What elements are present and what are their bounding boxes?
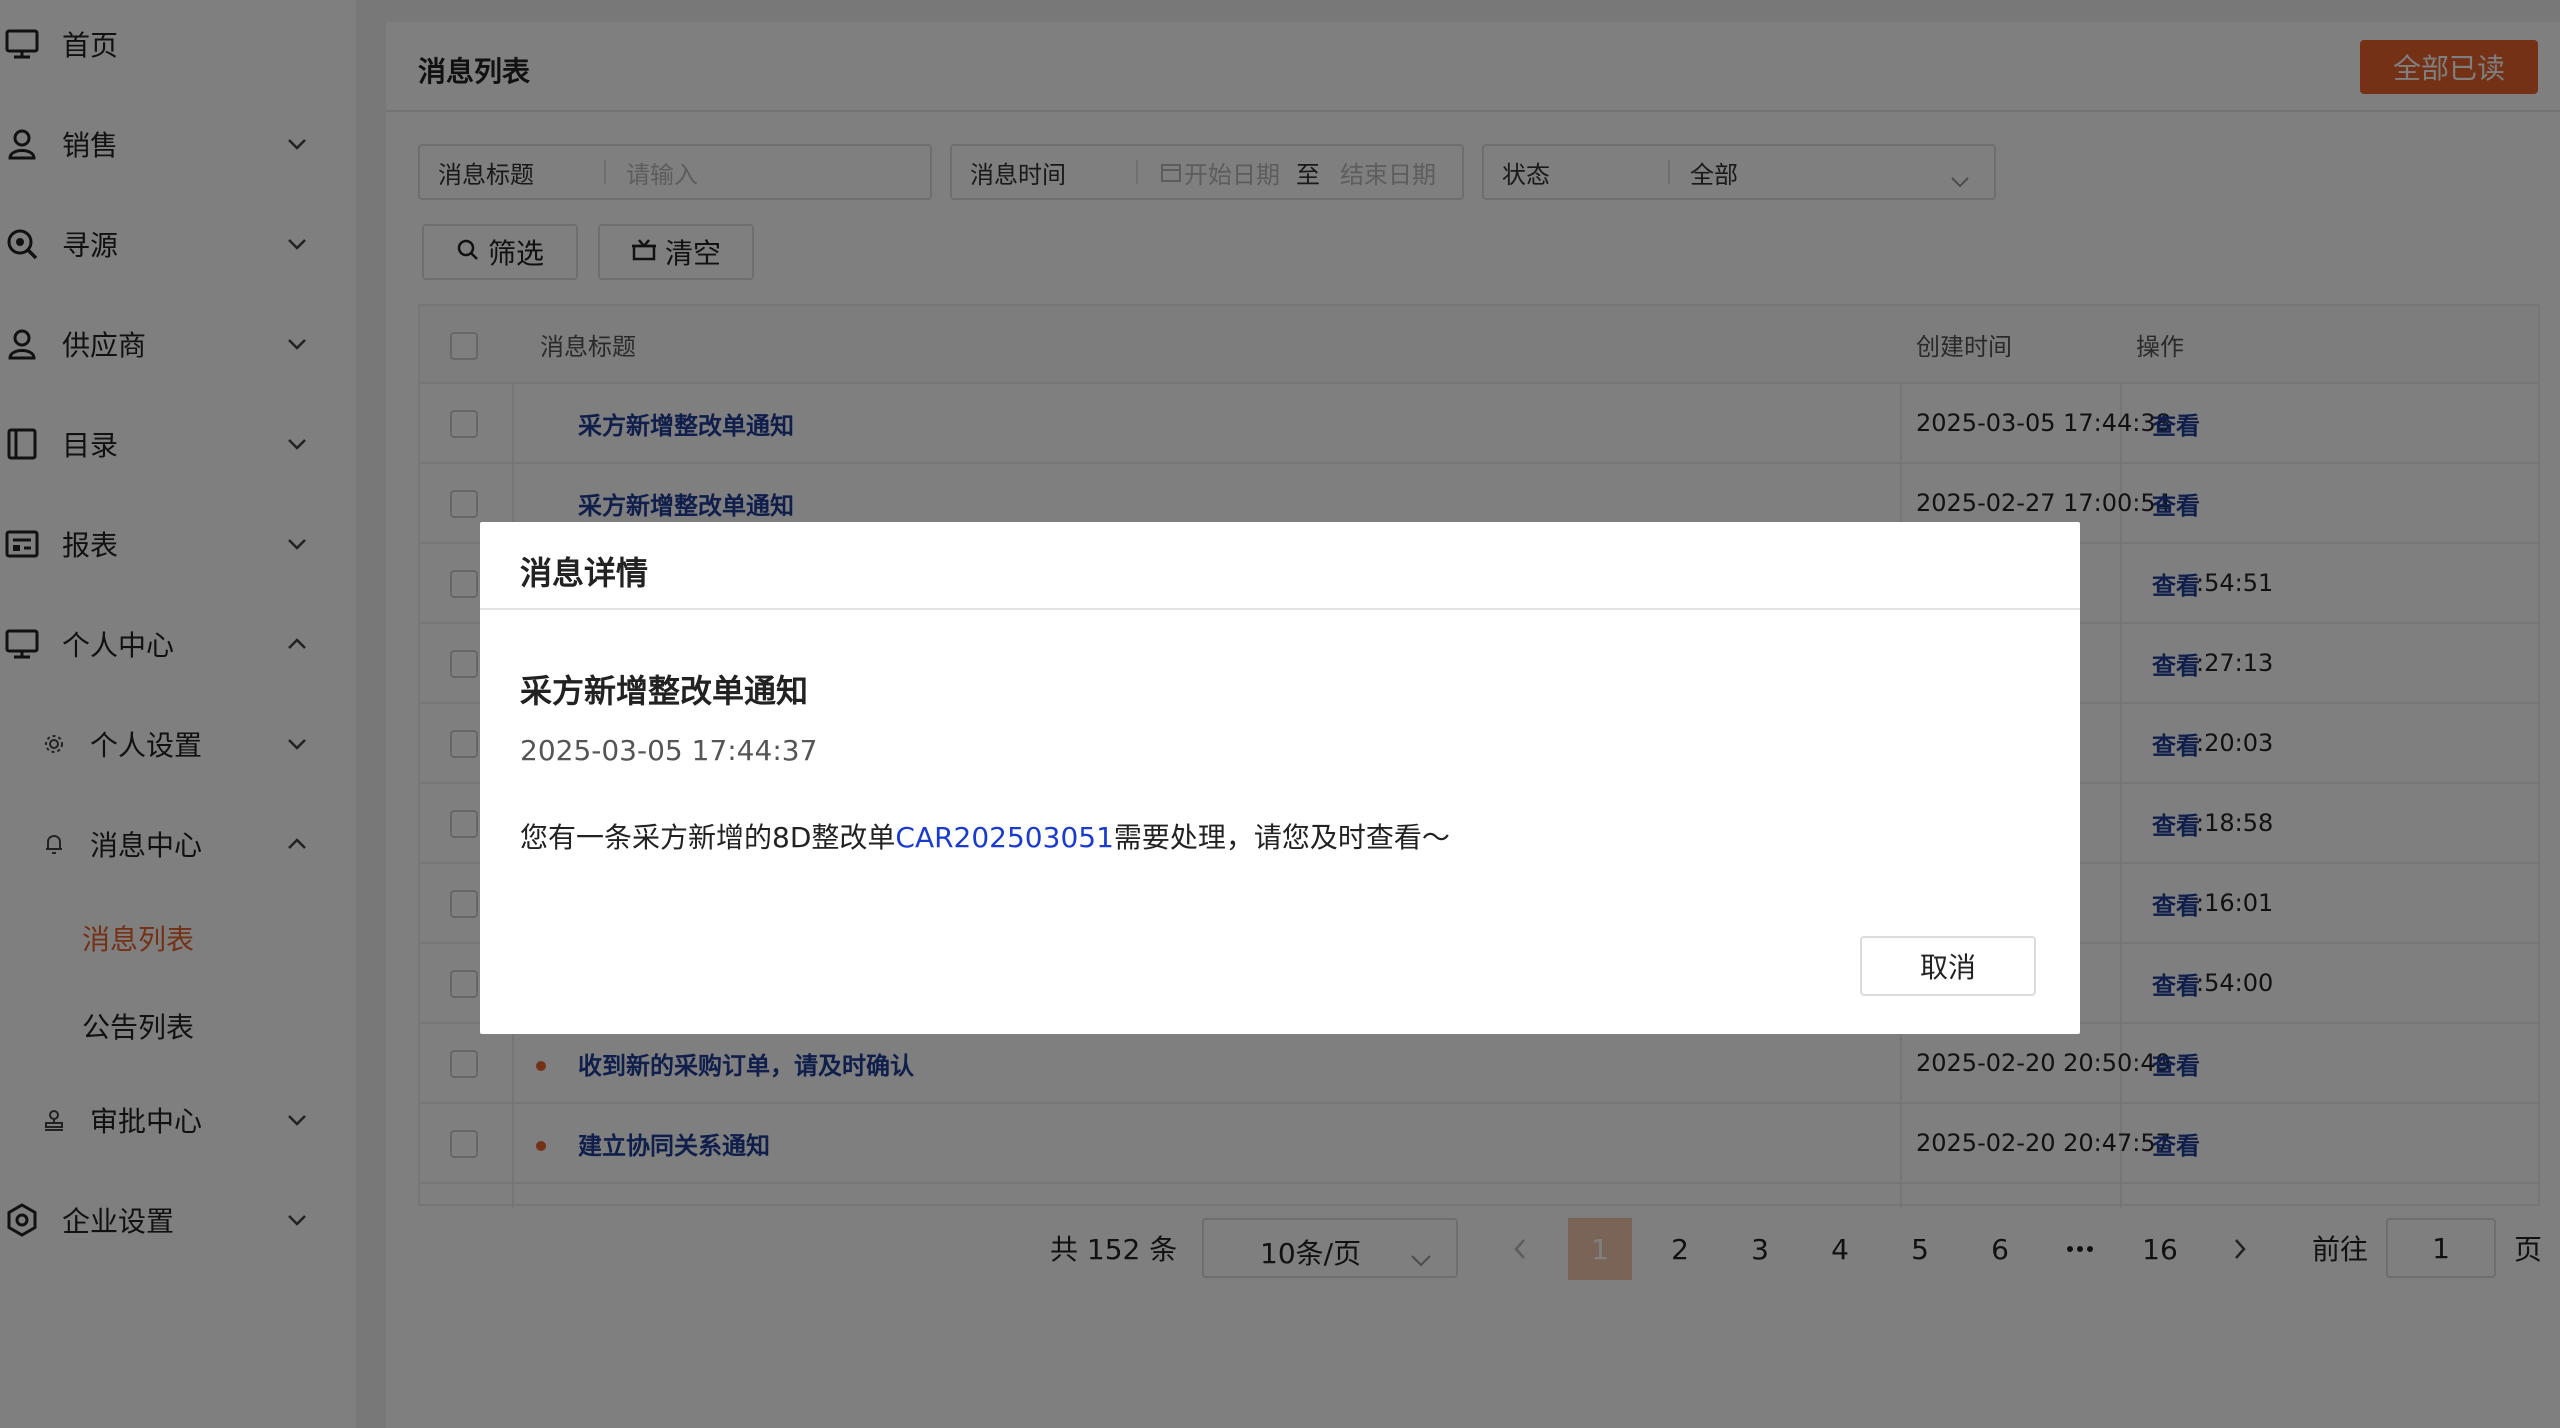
car-number-link[interactable]: CAR202503051 [895, 821, 1114, 854]
message-title: 采方新增整改单通知 [520, 672, 809, 710]
modal-title: 消息详情 [520, 554, 649, 592]
message-body-suffix: 需要处理，请您及时查看～ [1113, 821, 1450, 854]
cancel-button[interactable]: 取消 [1860, 936, 2036, 996]
message-body: 您有一条采方新增的8D整改单CAR202503051需要处理，请您及时查看～ [520, 816, 1450, 856]
modal-header: 消息详情 [480, 522, 2080, 610]
message-body-prefix: 您有一条采方新增的8D整改单 [520, 821, 896, 854]
message-time: 2025-03-05 17:44:37 [520, 734, 818, 767]
message-detail-modal: 消息详情 采方新增整改单通知 2025-03-05 17:44:37 您有一条采… [480, 522, 2080, 1034]
